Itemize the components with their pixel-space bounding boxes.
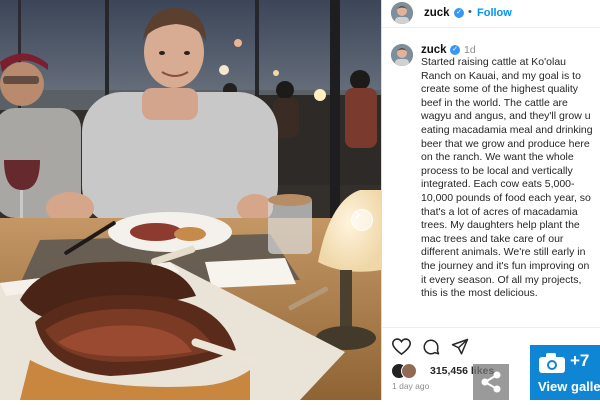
gallery-label: View gallery xyxy=(538,379,600,394)
heart-icon[interactable] xyxy=(392,338,411,356)
caption-author-avatar[interactable] xyxy=(391,44,413,66)
liker-avatars xyxy=(391,363,427,379)
share-overlay-button[interactable] xyxy=(473,364,509,400)
author-avatar[interactable] xyxy=(391,2,413,24)
author-username[interactable]: zuck xyxy=(424,7,450,19)
chevron-right-icon xyxy=(354,210,361,220)
verified-badge-icon: ✓ xyxy=(454,8,464,18)
camera-icon xyxy=(539,353,565,373)
comment-icon[interactable] xyxy=(422,338,440,356)
carousel-next-button[interactable] xyxy=(351,209,373,231)
share-icon xyxy=(481,371,501,393)
post-panel: zuck ✓ • Follow zuck ✓ 1d Started raisin… xyxy=(381,0,600,400)
post-time-ago: 1 day ago xyxy=(392,381,430,391)
post-photo xyxy=(0,0,381,400)
post-caption: Started raising cattle at Ko'olau Ranch … xyxy=(421,56,593,300)
verified-badge-icon: ✓ xyxy=(450,45,460,55)
photo-illustration xyxy=(0,0,381,400)
send-icon[interactable] xyxy=(451,338,469,356)
avatar-image xyxy=(391,2,413,24)
caption-username[interactable]: zuck xyxy=(421,44,447,56)
gallery-count: +7 xyxy=(570,351,590,370)
post-age: 1d xyxy=(464,44,476,56)
liker-avatar xyxy=(401,363,417,379)
post-header: zuck ✓ • Follow xyxy=(382,0,600,28)
avatar-image xyxy=(391,44,413,66)
follow-button[interactable]: Follow xyxy=(477,7,512,19)
view-gallery-button[interactable]: +7 View gallery xyxy=(530,345,600,400)
header-separator: • xyxy=(468,6,472,18)
